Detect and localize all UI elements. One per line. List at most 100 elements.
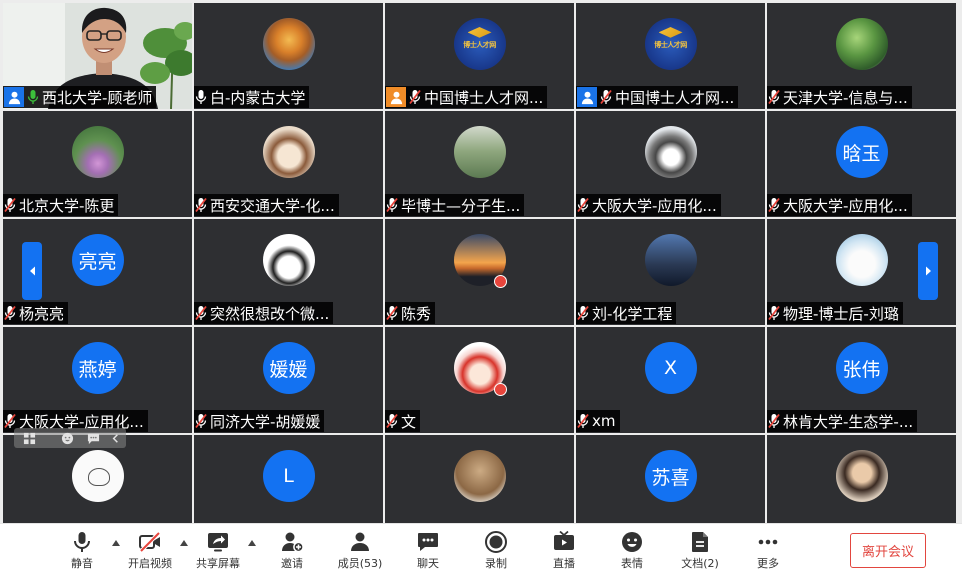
participant-tile[interactable]: 天津大学-信息与... bbox=[767, 3, 956, 109]
participant-name: 毕博士—分子生... bbox=[401, 196, 521, 215]
microphone-muted-icon bbox=[195, 305, 207, 321]
invite-icon bbox=[280, 530, 304, 554]
emoji-icon[interactable] bbox=[52, 432, 82, 445]
participant-avatar-photo bbox=[262, 234, 315, 286]
participant-label: 突然很想改个微... bbox=[194, 302, 334, 324]
meeting-window: { "colors": { "accent": "#1372f2", "tile… bbox=[0, 0, 962, 580]
person-icon bbox=[577, 87, 597, 107]
microphone-muted-icon bbox=[4, 413, 16, 429]
microphone-muted-icon bbox=[386, 197, 398, 213]
participant-tile[interactable]: 大阪大学-应用化... bbox=[576, 111, 765, 217]
participant-name: 西北大学-顾老师 bbox=[42, 88, 153, 107]
participant-tile[interactable]: 博士人才网中国博士人才网... bbox=[576, 3, 765, 109]
reactions-label: 表情 bbox=[621, 557, 643, 570]
participant-avatar-photo bbox=[262, 126, 315, 178]
live-stream-button[interactable]: 直播 bbox=[530, 524, 598, 580]
participant-tile[interactable]: 陈秀 bbox=[385, 219, 574, 325]
microphone-muted-icon bbox=[195, 197, 207, 213]
participant-name: 杨亮亮 bbox=[19, 304, 65, 323]
participant-tile[interactable]: 北京大学-陈更 bbox=[3, 111, 192, 217]
microphone-muted-icon bbox=[768, 413, 780, 429]
microphone-muted-icon bbox=[768, 197, 780, 213]
participant-tile[interactable]: 文 bbox=[385, 327, 574, 433]
participant-name: 大阪大学-应用化... bbox=[783, 196, 908, 215]
previous-page-button[interactable] bbox=[22, 242, 42, 300]
microphone-muted-icon bbox=[768, 89, 780, 105]
participant-tile[interactable]: 燕婷 大阪大学-应用化... bbox=[3, 327, 192, 433]
start-video-label: 开启视频 bbox=[128, 557, 172, 570]
start-video-button[interactable]: 开启视频 bbox=[116, 524, 188, 580]
microphone-icon bbox=[70, 530, 94, 554]
live-stream-label: 直播 bbox=[553, 557, 575, 570]
participant-tile[interactable]: Xxm bbox=[576, 327, 765, 433]
participant-label: 天津大学-信息与... bbox=[767, 86, 912, 108]
document-icon bbox=[688, 530, 712, 554]
grid-view-icon[interactable] bbox=[14, 432, 44, 445]
microphone-muted-icon bbox=[4, 305, 16, 321]
next-page-button[interactable] bbox=[918, 242, 938, 300]
microphone-muted-icon bbox=[195, 413, 207, 429]
participant-avatar-photo bbox=[71, 450, 124, 502]
microphone-muted-icon bbox=[386, 305, 398, 321]
participant-avatar-photo bbox=[644, 126, 697, 178]
record-button[interactable]: 录制 bbox=[462, 524, 530, 580]
participant-tile[interactable]: 刘-化学工程 bbox=[576, 219, 765, 325]
participant-label: 杨亮亮 bbox=[3, 302, 69, 324]
participant-tile[interactable]: 毕博士—分子生... bbox=[385, 111, 574, 217]
chevron-left-icon[interactable] bbox=[104, 432, 126, 445]
share-options-caret-icon[interactable] bbox=[248, 540, 256, 546]
share-screen-button[interactable]: 共享屏幕 bbox=[184, 524, 256, 580]
participant-label: 同济大学-胡媛媛 bbox=[194, 410, 325, 432]
participant-avatar-photo bbox=[835, 450, 888, 502]
documents-button[interactable]: 文档(2) bbox=[666, 524, 734, 580]
participant-name: 大阪大学-应用化... bbox=[592, 196, 717, 215]
microphone-muted-icon bbox=[409, 89, 421, 105]
emoji-icon bbox=[620, 530, 644, 554]
participant-tile[interactable]: 张伟 林肯大学-生态学-... bbox=[767, 327, 956, 433]
microphone-muted-icon bbox=[768, 305, 780, 321]
record-label: 录制 bbox=[485, 557, 507, 570]
participant-avatar-photo bbox=[835, 18, 888, 70]
invite-button[interactable]: 邀请 bbox=[258, 524, 326, 580]
person-icon bbox=[4, 87, 24, 107]
chat-button[interactable]: 聊天 bbox=[394, 524, 462, 580]
participant-label: 刘-化学工程 bbox=[576, 302, 677, 324]
share-screen-icon bbox=[206, 530, 230, 554]
record-icon bbox=[484, 530, 508, 554]
floating-view-toolbar bbox=[14, 428, 126, 448]
mute-button[interactable]: 静音 bbox=[48, 524, 120, 580]
reactions-button[interactable]: 表情 bbox=[598, 524, 666, 580]
members-button[interactable]: 成员(53) bbox=[326, 524, 394, 580]
logo-text: 博士人才网 bbox=[654, 41, 687, 49]
participant-avatar: 张伟 bbox=[835, 342, 888, 394]
participant-label: 陈秀 bbox=[385, 302, 436, 324]
leave-meeting-button[interactable]: 离开会议 bbox=[850, 533, 926, 568]
participant-tile[interactable]: 突然很想改个微... bbox=[194, 219, 383, 325]
meeting-toolbar: 静音 开启视频 共享屏幕 邀请 成员(53) 聊天 录制 直播 表情 文档(2)… bbox=[0, 523, 962, 580]
participant-avatar-photo bbox=[644, 234, 697, 286]
participant-tile[interactable]: 晗玉 大阪大学-应用化... bbox=[767, 111, 956, 217]
participant-name: 陈秀 bbox=[401, 304, 432, 323]
graduation-cap-icon bbox=[467, 27, 492, 38]
participant-tile[interactable]: 西安交通大学-化... bbox=[194, 111, 383, 217]
participant-name: 中国博士人才网... bbox=[615, 88, 735, 107]
more-button[interactable]: 更多 bbox=[734, 524, 802, 580]
participant-label: 西北大学-顾老师 bbox=[3, 86, 157, 108]
documents-label: 文档(2) bbox=[681, 557, 719, 570]
participant-tile[interactable]: 博士人才网 中国博士人才网... bbox=[385, 3, 574, 109]
members-icon bbox=[348, 530, 372, 554]
participant-avatar-photo bbox=[262, 18, 315, 70]
chat-icon[interactable] bbox=[82, 432, 104, 445]
participant-tile[interactable]: 媛媛 同济大学-胡媛媛 bbox=[194, 327, 383, 433]
chat-icon bbox=[416, 530, 440, 554]
participant-name: 刘-化学工程 bbox=[592, 304, 673, 323]
participant-tile[interactable]: 白-内蒙古大学 bbox=[194, 3, 383, 109]
participant-label: 大阪大学-应用化... bbox=[576, 194, 721, 216]
microphone-icon bbox=[195, 89, 207, 105]
participant-name: 北京大学-陈更 bbox=[19, 196, 115, 215]
microphone-muted-icon bbox=[577, 197, 589, 213]
participant-tile[interactable]: 西北大学-顾老师 bbox=[3, 3, 192, 109]
participant-label: 北京大学-陈更 bbox=[3, 194, 119, 216]
microphone-muted-icon bbox=[577, 413, 589, 429]
microphone-muted-icon bbox=[386, 413, 398, 429]
